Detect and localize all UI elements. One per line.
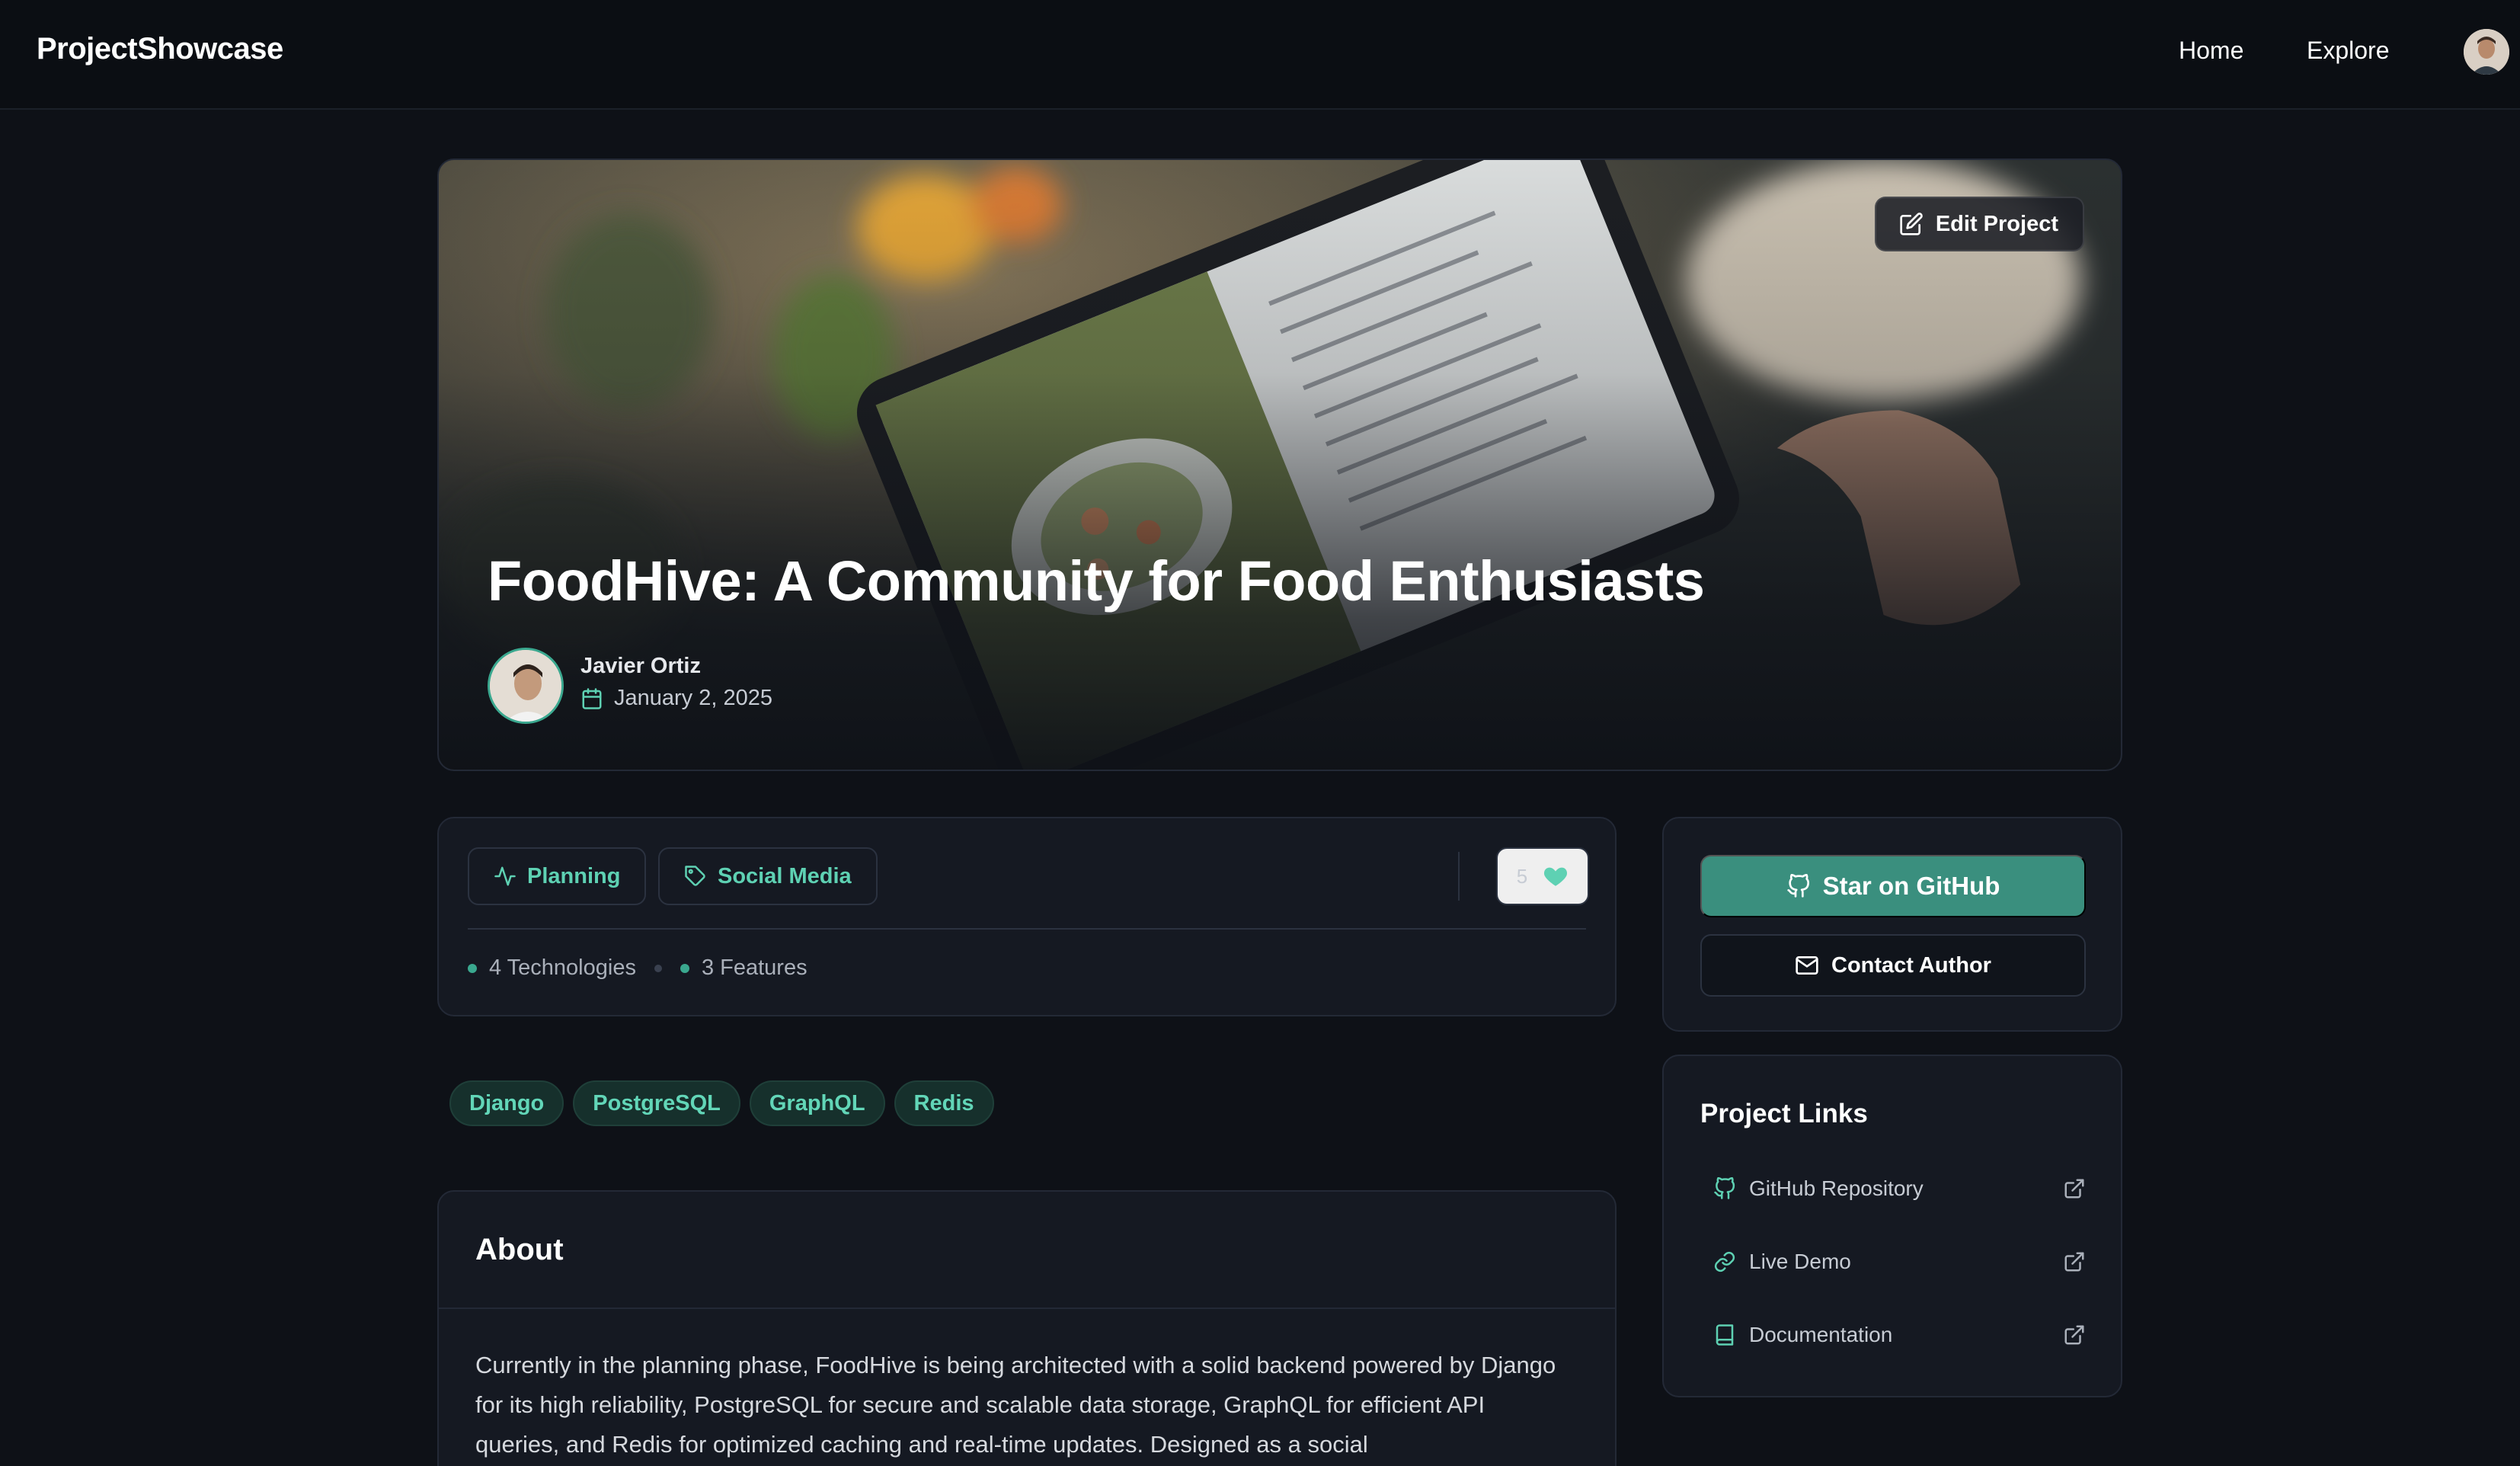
category-badge[interactable]: Social Media (658, 847, 878, 905)
activity-icon (494, 866, 516, 886)
link-label: Live Demo (1749, 1250, 1851, 1273)
divider (468, 928, 1586, 930)
features-count: 3 Features (701, 955, 807, 980)
technologies-count: 4 Technologies (489, 955, 636, 980)
category-label: Social Media (718, 863, 852, 888)
link-label: GitHub Repository (1749, 1176, 1924, 1200)
status-badge[interactable]: Planning (468, 847, 647, 905)
mail-icon (1796, 956, 1818, 975)
user-avatar[interactable] (2464, 29, 2509, 75)
about-title: About (475, 1233, 564, 1266)
heart-icon (1544, 867, 1568, 886)
edit-project-button[interactable]: Edit Project (1874, 197, 2084, 251)
status-label: Planning (527, 863, 621, 888)
calendar-icon (582, 687, 602, 709)
tag-icon (685, 866, 705, 886)
book-icon (1716, 1324, 1734, 1346)
nav-explore-link[interactable]: Explore (2307, 37, 2390, 65)
about-card: About Currently in the planning phase, F… (437, 1190, 1617, 1466)
project-stats: 4 Technologies 3 Features (468, 955, 807, 981)
contact-author-label: Contact Author (1831, 952, 1991, 978)
external-link-icon (2064, 1252, 2084, 1272)
brand-logo[interactable]: ProjectShowcase (37, 32, 283, 66)
like-count: 5 (1516, 864, 1528, 888)
about-text: Currently in the planning phase, FoodHiv… (475, 1352, 1556, 1458)
star-on-github-button[interactable]: Star on GitHub (1700, 855, 2086, 917)
link-icon (1714, 1251, 1735, 1272)
bullet-icon (680, 963, 689, 973)
project-links-card: Project Links GitHub Repository Live Dem… (1662, 1055, 2122, 1397)
star-on-github-label: Star on GitHub (1822, 872, 2000, 900)
top-nav: ProjectShowcase Home Explore (0, 0, 2520, 110)
publish-date: January 2, 2025 (580, 686, 772, 711)
separator-dot (654, 964, 662, 972)
divider (1458, 852, 1460, 901)
link-label: Documentation (1749, 1323, 1893, 1346)
tech-tag[interactable]: Django (449, 1080, 564, 1126)
divider (439, 1308, 1615, 1309)
github-icon (1714, 1177, 1735, 1199)
tech-tag[interactable]: PostgreSQL (573, 1080, 740, 1126)
live-demo-link[interactable]: Live Demo (1700, 1237, 2086, 1286)
edit-icon (1900, 213, 1923, 235)
tech-tags: Django PostgreSQL GraphQL Redis (449, 1080, 994, 1126)
project-meta-card: Planning Social Media 5 4 Technologies 3… (437, 817, 1617, 1016)
publish-date-text: January 2, 2025 (614, 686, 772, 710)
bullet-icon (468, 963, 477, 973)
external-link-icon (2064, 1325, 2084, 1345)
actions-card: Star on GitHub Contact Author (1662, 817, 2122, 1032)
author-name[interactable]: Javier Ortiz (580, 654, 701, 679)
github-icon (1786, 874, 1809, 898)
project-hero: Edit Project FoodHive: A Community for F… (437, 158, 2122, 771)
project-links-title: Project Links (1700, 1099, 1868, 1128)
external-link-icon (2064, 1179, 2084, 1199)
like-button[interactable]: 5 (1496, 847, 1589, 905)
edit-project-label: Edit Project (1935, 211, 2058, 236)
nav-home-link[interactable]: Home (2179, 37, 2243, 65)
project-title: FoodHive: A Community for Food Enthusias… (488, 549, 1705, 613)
documentation-link[interactable]: Documentation (1700, 1311, 2086, 1359)
tech-tag[interactable]: Redis (894, 1080, 994, 1126)
author-avatar[interactable] (488, 648, 564, 724)
contact-author-button[interactable]: Contact Author (1700, 934, 2086, 997)
tech-tag[interactable]: GraphQL (749, 1080, 885, 1126)
github-repository-link[interactable]: GitHub Repository (1700, 1164, 2086, 1213)
